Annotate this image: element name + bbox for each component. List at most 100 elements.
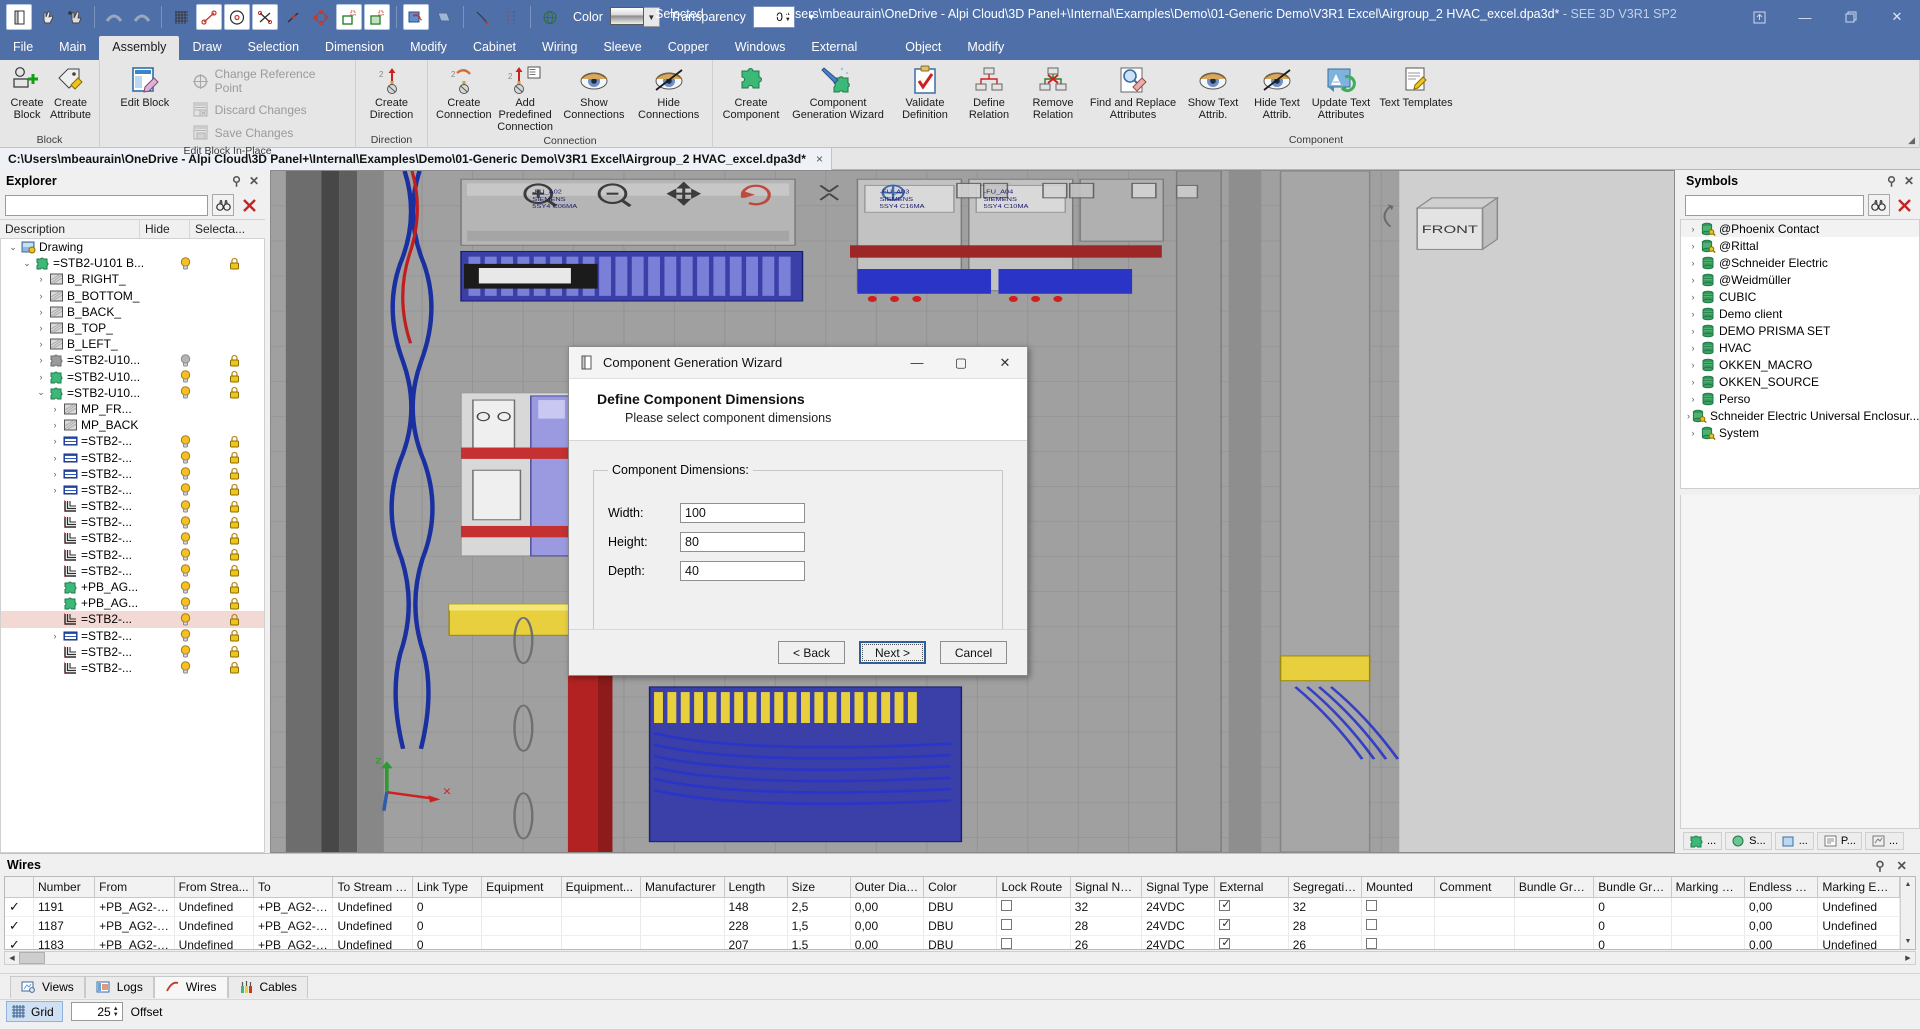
column-selectable[interactable]: Selecta... bbox=[190, 220, 264, 238]
undo-icon[interactable] bbox=[101, 4, 127, 30]
chevron-right-icon[interactable]: › bbox=[1687, 377, 1699, 387]
hide-toggle[interactable] bbox=[161, 516, 209, 529]
symbols-list-item[interactable]: ›Perso bbox=[1681, 390, 1919, 407]
checkbox[interactable] bbox=[1219, 919, 1230, 930]
grid-value-input[interactable]: 25 ▲▼ bbox=[71, 1002, 123, 1021]
close-icon[interactable]: ✕ bbox=[1874, 0, 1920, 34]
create-block-button[interactable]: CreateBlock bbox=[6, 63, 48, 123]
selectable-toggle[interactable] bbox=[209, 516, 259, 529]
wires-column-header[interactable] bbox=[5, 877, 34, 897]
wires-horizontal-scrollbar[interactable]: ◀ ▶ bbox=[4, 951, 1916, 965]
wires-column-header[interactable]: Manufacturer bbox=[641, 877, 725, 897]
selectable-toggle[interactable] bbox=[209, 370, 259, 383]
tree-row[interactable]: ›B_RIGHT_ bbox=[1, 271, 264, 287]
tab-sleeve[interactable]: Sleeve bbox=[590, 36, 654, 60]
close-icon[interactable]: ✕ bbox=[249, 174, 259, 188]
symbols-list-item[interactable]: ›HVAC bbox=[1681, 339, 1919, 356]
chevron-right-icon[interactable]: › bbox=[1687, 360, 1699, 370]
symbols-list-item[interactable]: ›Demo client bbox=[1681, 305, 1919, 322]
show-connections-button[interactable]: Show Connections bbox=[557, 63, 632, 123]
wires-cell-external[interactable] bbox=[1215, 897, 1288, 916]
hide-toggle[interactable] bbox=[161, 500, 209, 513]
symbols-footer-tab[interactable]: ... bbox=[1683, 832, 1722, 850]
bottom-tab-wires[interactable]: Wires bbox=[154, 976, 228, 998]
wires-column-header[interactable]: External bbox=[1215, 877, 1288, 897]
chevron-right-icon[interactable]: › bbox=[1687, 326, 1699, 336]
tree-row[interactable]: ›MP_FR... bbox=[1, 401, 264, 417]
update-text-attributes-button[interactable]: Update TextAttributes bbox=[1309, 63, 1373, 123]
chevron-right-icon[interactable]: › bbox=[1687, 428, 1699, 438]
remove-relation-button[interactable]: RemoveRelation bbox=[1021, 63, 1085, 123]
tree-row[interactable]: ›=STB2-U10... bbox=[1, 352, 264, 368]
selectable-toggle[interactable] bbox=[209, 548, 259, 561]
validate-definition-button[interactable]: ValidateDefinition bbox=[893, 63, 957, 123]
explorer-search-input[interactable] bbox=[5, 195, 208, 216]
wires-column-header[interactable]: To Stream T... bbox=[333, 877, 412, 897]
tree-row[interactable]: =STB2-... bbox=[1, 611, 264, 627]
tab-external[interactable]: External bbox=[798, 36, 870, 60]
chevron-down-icon[interactable]: ⌄ bbox=[35, 387, 47, 398]
selectable-toggle[interactable] bbox=[209, 645, 259, 658]
wires-column-header[interactable]: To bbox=[254, 877, 333, 897]
selectable-toggle[interactable] bbox=[209, 629, 259, 642]
tree-row[interactable]: ›=STB2-... bbox=[1, 466, 264, 482]
hide-toggle[interactable] bbox=[161, 483, 209, 496]
table-row[interactable]: ✓1191+PB_AG2--...Undefined+PB_AG2--...Un… bbox=[5, 897, 1900, 916]
selectable-toggle[interactable] bbox=[209, 581, 259, 594]
checkbox[interactable] bbox=[1001, 919, 1012, 930]
hide-connections-button[interactable]: Hide Connections bbox=[631, 63, 706, 123]
tree-row[interactable]: ›B_TOP_ bbox=[1, 320, 264, 336]
tree-row[interactable]: ›B_BOTTOM_ bbox=[1, 288, 264, 304]
block-icon[interactable] bbox=[336, 4, 362, 30]
tab-windows[interactable]: Windows bbox=[722, 36, 799, 60]
bottom-tab-cables[interactable]: Cables bbox=[228, 976, 308, 998]
pencil-icon[interactable] bbox=[280, 4, 306, 30]
hide-toggle[interactable] bbox=[161, 629, 209, 642]
chevron-right-icon[interactable]: › bbox=[49, 485, 61, 495]
pan-icon[interactable] bbox=[34, 4, 60, 30]
tree-row[interactable]: =STB2-... bbox=[1, 563, 264, 579]
symbols-list-item[interactable]: ›@Phoenix Contact bbox=[1681, 220, 1919, 237]
symbols-list-item[interactable]: ›OKKEN_SOURCE bbox=[1681, 373, 1919, 390]
symbols-list-item[interactable]: ›@Weidmüller bbox=[1681, 271, 1919, 288]
wires-column-header[interactable]: Equipment... bbox=[561, 877, 640, 897]
tree-row[interactable]: +PB_AG... bbox=[1, 579, 264, 595]
hide-toggle[interactable] bbox=[161, 435, 209, 448]
checkbox[interactable] bbox=[1001, 900, 1012, 911]
symbols-list-item[interactable]: ›CUBIC bbox=[1681, 288, 1919, 305]
symbols-tree[interactable]: ›@Phoenix Contact›@Rittal›@Schneider Ele… bbox=[1680, 219, 1920, 489]
selectable-toggle[interactable] bbox=[209, 500, 259, 513]
selectable-toggle[interactable] bbox=[209, 435, 259, 448]
wires-column-header[interactable]: Color bbox=[924, 877, 997, 897]
tab-modify-context[interactable]: Modify bbox=[954, 36, 1017, 60]
hide-toggle[interactable] bbox=[161, 532, 209, 545]
chevron-right-icon[interactable]: › bbox=[1687, 258, 1699, 268]
hide-toggle[interactable] bbox=[161, 597, 209, 610]
chevron-right-icon[interactable]: › bbox=[35, 274, 47, 284]
create-connection-button[interactable]: 2 CreateConnection bbox=[434, 63, 494, 123]
wires-column-header[interactable]: Size bbox=[787, 877, 850, 897]
chevron-right-icon[interactable]: › bbox=[1687, 241, 1699, 251]
chevron-right-icon[interactable]: › bbox=[1687, 394, 1699, 404]
text-templates-button[interactable]: Text Templates bbox=[1373, 63, 1459, 111]
close-icon[interactable]: ✕ bbox=[1897, 858, 1907, 873]
wires-cell-external[interactable] bbox=[1215, 935, 1288, 950]
scroll-down-icon[interactable]: ▼ bbox=[1901, 934, 1915, 949]
chevron-right-icon[interactable]: › bbox=[49, 631, 61, 641]
hide-text-attrib-button[interactable]: Hide TextAttrib. bbox=[1245, 63, 1309, 123]
wires-column-header[interactable]: Signal Name bbox=[1070, 877, 1141, 897]
checkbox[interactable] bbox=[1366, 919, 1377, 930]
wires-column-header[interactable]: Mounted bbox=[1362, 877, 1435, 897]
wires-column-header[interactable]: Comment bbox=[1435, 877, 1514, 897]
symbols-list-item[interactable]: ›@Schneider Electric bbox=[1681, 254, 1919, 271]
wires-column-header[interactable]: Segregation... bbox=[1288, 877, 1361, 897]
pin-icon[interactable]: ⚲ bbox=[1887, 174, 1896, 188]
chevron-down-icon[interactable]: ⌄ bbox=[21, 258, 33, 269]
find-replace-attributes-button[interactable]: Find and ReplaceAttributes bbox=[1085, 63, 1181, 123]
line-icon[interactable] bbox=[196, 4, 222, 30]
symbols-search-input[interactable] bbox=[1685, 195, 1864, 216]
minimize-icon[interactable]: — bbox=[1782, 0, 1828, 34]
wires-cell-lock_route[interactable] bbox=[997, 935, 1070, 950]
hide-toggle[interactable] bbox=[161, 661, 209, 674]
selectable-toggle[interactable] bbox=[209, 613, 259, 626]
